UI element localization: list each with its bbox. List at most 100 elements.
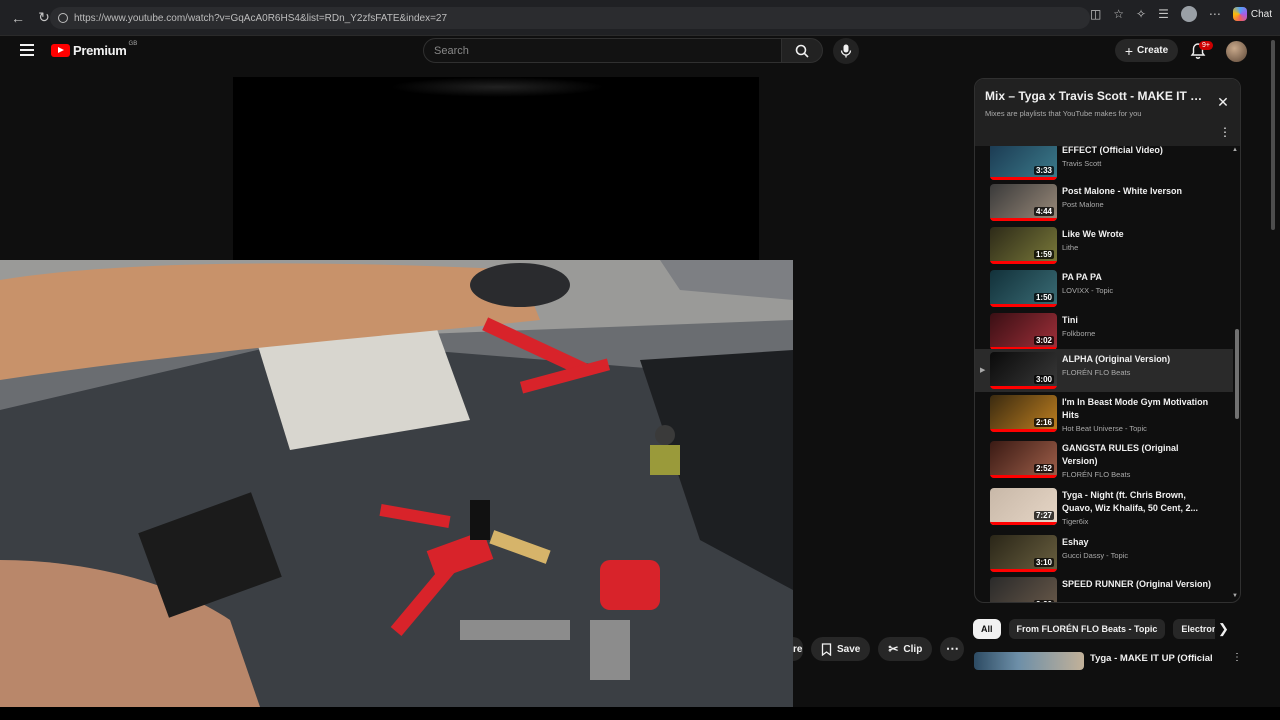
search-button[interactable] <box>781 38 823 63</box>
channel-name[interactable]: Post Malone <box>1062 200 1104 209</box>
playlist-item[interactable]: 2:52 GANGSTA RULES (Original Version) FLOR… <box>975 438 1233 485</box>
notification-badge: 9+ <box>1199 41 1213 50</box>
voice-search-button[interactable] <box>833 38 859 64</box>
playlist-items: 3:33 EFFECT (Official Video) Travis Scott 4… <box>975 146 1235 602</box>
playlist-item[interactable]: 3:10 Eshay Gucci Dassy - Topic <box>975 532 1233 575</box>
video-thumbnail[interactable]: 7:27 <box>990 488 1057 525</box>
search-icon <box>795 44 809 58</box>
video-title[interactable]: Eshay <box>1062 536 1212 549</box>
extensions-icon[interactable]: ✧ <box>1136 7 1146 21</box>
site-info-icon[interactable] <box>58 13 68 23</box>
close-icon[interactable]: ✕ <box>1215 94 1231 110</box>
photo-illustration <box>0 260 793 707</box>
video-title[interactable]: PA PA PA <box>1062 271 1212 284</box>
menu-icon[interactable] <box>20 44 34 56</box>
copilot-chat-button[interactable]: Chat <box>1232 7 1272 21</box>
scroll-up-icon[interactable]: ▲ <box>1232 147 1238 153</box>
playlist-item[interactable]: 3:33 EFFECT (Official Video) Travis Scott <box>975 146 1233 183</box>
watched-progress-bar <box>990 569 1057 572</box>
channel-name[interactable]: FLORÉN FLO Beats <box>1062 470 1130 479</box>
playlist-item[interactable]: ▶ 3:00 ALPHA (Original Version) FLORÉN FLO … <box>975 349 1233 392</box>
account-avatar[interactable] <box>1226 41 1247 62</box>
page-bottom-strip <box>0 707 1280 720</box>
video-thumbnail[interactable]: 4:44 <box>990 184 1057 221</box>
video-title[interactable]: GANGSTA RULES (Original Version) <box>1062 442 1212 468</box>
more-horizontal-icon: ⋯ <box>945 641 959 656</box>
video-actions: re Save ✂ Clip ⋯ <box>793 637 965 661</box>
recommendation-thumbnail[interactable] <box>974 652 1084 670</box>
split-screen-icon[interactable]: ◫ <box>1090 7 1101 21</box>
playlist-item[interactable]: 4:44 Post Malone - White Iverson Post Malo… <box>975 181 1233 224</box>
video-title[interactable]: ALPHA (Original Version) <box>1062 353 1212 366</box>
chevron-right-icon[interactable]: ❯ <box>1218 621 1229 637</box>
playlist-item[interactable]: 2:20 SPEED RUNNER (Original Version) <box>975 574 1233 602</box>
favorite-star-icon[interactable]: ☆ <box>1113 7 1124 21</box>
video-title[interactable]: I'm In Beast Mode Gym Motivation Hits <box>1062 396 1212 422</box>
create-label: Create <box>1137 45 1169 56</box>
chip-all[interactable]: All <box>973 619 1001 639</box>
watched-progress-bar <box>990 218 1057 221</box>
playlist-item[interactable]: 1:50 PA PA PA LOVIXX - Topic <box>975 267 1233 310</box>
back-icon[interactable]: ← <box>6 6 30 30</box>
channel-name[interactable]: FLORÉN FLO Beats <box>1062 368 1130 377</box>
channel-name[interactable]: Folkborne <box>1062 329 1095 338</box>
channel-name[interactable]: Gucci Dassy - Topic <box>1062 551 1128 560</box>
video-thumbnail[interactable]: 1:50 <box>990 270 1057 307</box>
playlist-item[interactable]: 1:59 Like We Wrote Lithe <box>975 224 1233 267</box>
save-button[interactable]: Save <box>811 637 871 661</box>
playlist-item[interactable]: 2:16 I'm In Beast Mode Gym Motivation Hit… <box>975 392 1233 439</box>
desk-lego-photo <box>0 260 793 707</box>
more-actions-button[interactable]: ⋯ <box>940 637 965 661</box>
channel-name[interactable]: Hot Beat Universe - Topic <box>1062 424 1147 433</box>
video-thumbnail[interactable]: 2:16 <box>990 395 1057 432</box>
playlist-item[interactable]: 3:02 Tini Folkborne <box>975 310 1233 353</box>
bookmark-icon <box>821 642 832 656</box>
video-thumbnail[interactable]: 3:33 <box>990 146 1057 180</box>
chip-from-channel[interactable]: From FLORÉN FLO Beats - Topic <box>1008 619 1166 639</box>
video-duration: 3:10 <box>1033 558 1054 567</box>
video-title[interactable]: Tini <box>1062 314 1212 327</box>
recommendation-title[interactable]: Tyga - MAKE IT UP (Official <box>1090 653 1213 664</box>
video-thumbnail[interactable]: 3:10 <box>990 535 1057 572</box>
video-thumbnail[interactable]: 3:02 <box>990 313 1057 350</box>
scroll-down-icon[interactable]: ▼ <box>1232 593 1238 599</box>
filter-chips: All From FLORÉN FLO Beats - Topic Electr… <box>973 619 1216 639</box>
video-title[interactable]: Like We Wrote <box>1062 228 1212 241</box>
video-title[interactable]: SPEED RUNNER (Original Version) <box>1062 578 1212 591</box>
video-thumbnail[interactable]: 2:20 <box>990 577 1057 602</box>
clip-button[interactable]: ✂ Clip <box>878 637 933 661</box>
video-title[interactable]: EFFECT (Official Video) <box>1062 146 1212 157</box>
watched-progress-bar <box>990 261 1057 264</box>
video-player[interactable] <box>233 77 759 260</box>
settings-more-icon[interactable]: ⋯ <box>1209 7 1221 21</box>
recommendation-more-icon[interactable]: ⋮ <box>1232 652 1242 663</box>
channel-name[interactable]: LOVIXX - Topic <box>1062 286 1113 295</box>
youtube-premium-logo[interactable]: Premium GB <box>51 41 137 58</box>
video-thumbnail[interactable]: 3:00 <box>990 352 1057 389</box>
channel-name[interactable]: Travis Scott <box>1062 159 1101 168</box>
channel-name[interactable]: Tiger6ix <box>1062 517 1088 526</box>
video-thumbnail[interactable]: 2:52 <box>990 441 1057 478</box>
player-top-vignette <box>390 77 605 97</box>
video-title[interactable]: Tyga - Night (ft. Chris Brown, Quavo, Wi… <box>1062 489 1212 515</box>
playlist-scrollbar[interactable] <box>1235 329 1239 419</box>
page-scrollbar[interactable] <box>1270 40 1276 660</box>
channel-name[interactable]: Lithe <box>1062 243 1078 252</box>
video-thumbnail[interactable]: 1:59 <box>990 227 1057 264</box>
profile-icon[interactable] <box>1180 6 1197 22</box>
chip-electronic[interactable]: Electronic <box>1173 619 1216 639</box>
copilot-icon <box>1232 7 1247 21</box>
address-bar[interactable]: https://www.youtube.com/watch?v=GqAcA0R6… <box>50 7 1090 29</box>
video-duration: 7:27 <box>1033 511 1054 520</box>
video-duration: 2:20 <box>1033 600 1054 602</box>
playlist-more-icon[interactable]: ⋮ <box>1219 125 1231 139</box>
share-button[interactable]: re <box>793 637 803 661</box>
video-title[interactable]: Post Malone - White Iverson <box>1062 185 1212 198</box>
video-duration: 3:33 <box>1033 166 1054 175</box>
collections-icon[interactable]: ☰ <box>1158 7 1169 21</box>
search-input[interactable]: Search <box>423 38 782 63</box>
playlist-item[interactable]: 7:27 Tyga - Night (ft. Chris Brown, Quavo… <box>975 485 1233 532</box>
create-button[interactable]: + Create <box>1115 39 1178 62</box>
video-duration: 3:02 <box>1033 336 1054 345</box>
playlist-title[interactable]: Mix – Tyga x Travis Scott - MAKE IT UP (… <box>985 89 1210 103</box>
